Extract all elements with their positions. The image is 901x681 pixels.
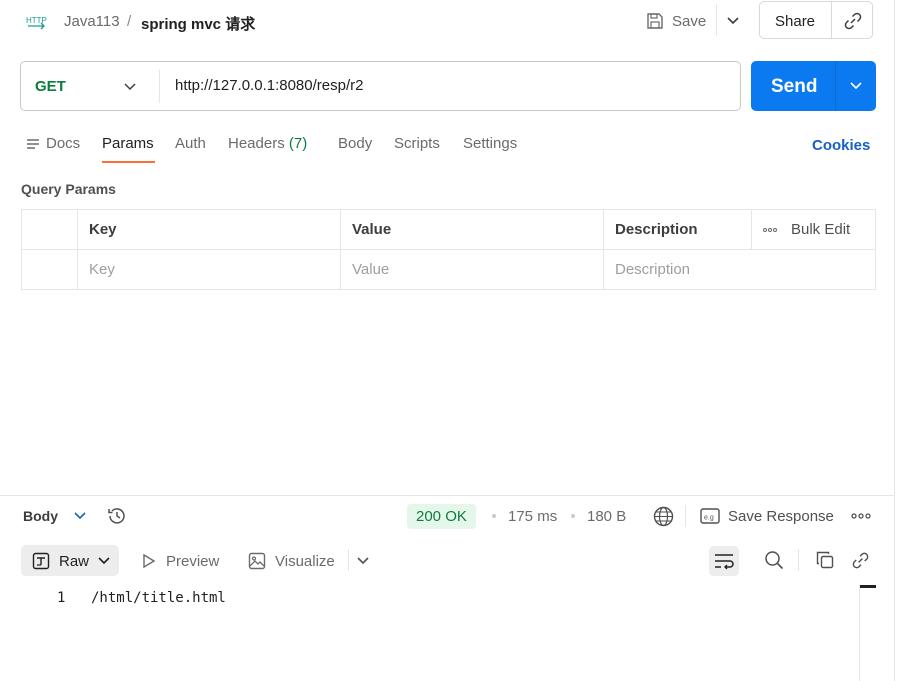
save-response-button[interactable]: Save Response (728, 508, 834, 525)
chevron-down-icon[interactable] (122, 78, 138, 94)
raw-icon (32, 552, 50, 570)
response-size[interactable]: 180 B (587, 508, 626, 525)
docs-icon (27, 139, 39, 149)
bulk-edit-cell: Bulk Edit (751, 209, 876, 250)
tab-body[interactable]: Body (338, 135, 372, 152)
table-header-row: Key Value Description Bulk Edit (21, 209, 876, 250)
active-tab-indicator (102, 161, 155, 163)
panel-divider (0, 495, 894, 496)
share-button[interactable]: Share (775, 13, 815, 30)
tab-docs[interactable]: Docs (46, 135, 80, 152)
scrollbar-thumb[interactable] (860, 585, 876, 588)
divider (716, 4, 717, 36)
more-icon[interactable] (763, 227, 777, 233)
http-icon: HTTP (26, 16, 47, 30)
scrollbar[interactable] (859, 585, 860, 681)
description-input[interactable]: Description (603, 249, 876, 290)
method-select[interactable]: GET (35, 78, 66, 95)
play-icon (143, 553, 156, 569)
visualize-button[interactable]: Visualize (275, 553, 335, 570)
tab-headers-label: Headers (228, 135, 285, 152)
tab-params[interactable]: Params (102, 135, 154, 152)
preview-button[interactable]: Preview (166, 553, 219, 570)
example-icon: e.g (700, 508, 720, 524)
separator-dot (571, 514, 575, 518)
tab-headers[interactable]: Headers (7) (228, 135, 307, 152)
save-icon (647, 13, 663, 29)
tab-auth[interactable]: Auth (175, 135, 206, 152)
divider (835, 61, 836, 111)
chevron-down-icon[interactable] (355, 554, 371, 568)
query-params-title: Query Params (21, 181, 116, 197)
chevron-down-icon[interactable] (72, 509, 88, 523)
divider (685, 505, 686, 527)
more-icon[interactable] (851, 512, 871, 520)
value-input[interactable]: Value (340, 249, 604, 290)
send-label: Send (771, 76, 818, 97)
headers-count: (7) (288, 135, 308, 152)
svg-text:e.g: e.g (704, 515, 714, 522)
separator-dot (492, 514, 496, 518)
tab-settings[interactable]: Settings (463, 135, 517, 152)
cookies-link[interactable]: Cookies (812, 137, 870, 154)
save-label: Save (672, 12, 707, 30)
link-icon[interactable] (843, 11, 863, 31)
save-button[interactable]: Save (646, 9, 706, 33)
checkbox-col (21, 209, 78, 250)
wrap-lines-button[interactable] (709, 546, 739, 576)
query-params-table: Key Value Description Bulk Edit Key Valu… (21, 209, 876, 290)
image-icon (248, 552, 266, 570)
column-header-description: Description (603, 209, 752, 250)
key-input[interactable]: Key (77, 249, 341, 290)
breadcrumb-parent[interactable]: Java113 (64, 13, 120, 30)
page-title[interactable]: spring mvc 请求 (141, 13, 255, 34)
link-icon[interactable] (851, 551, 870, 570)
checkbox-cell (21, 249, 78, 290)
table-row: Key Value Description (21, 249, 876, 290)
line-number: 1 (57, 590, 66, 606)
divider (798, 549, 799, 571)
divider (159, 69, 160, 103)
wrap-icon (715, 554, 734, 570)
search-icon[interactable] (764, 550, 784, 570)
response-body-label[interactable]: Body (23, 508, 58, 524)
chevron-down-icon[interactable] (725, 12, 741, 28)
history-icon[interactable] (107, 506, 127, 526)
column-header-value: Value (340, 209, 604, 250)
chevron-down-icon[interactable] (96, 554, 112, 568)
tab-scripts[interactable]: Scripts (394, 135, 440, 152)
response-body-text[interactable]: /html/title.html (91, 590, 226, 606)
url-input[interactable]: http://127.0.0.1:8080/resp/r2 (175, 77, 363, 94)
chevron-down-icon[interactable] (848, 79, 864, 93)
breadcrumb-separator: / (127, 13, 132, 30)
divider (831, 2, 832, 38)
bulk-edit-button[interactable]: Bulk Edit (791, 221, 850, 238)
status-badge[interactable]: 200 OK (407, 504, 476, 529)
divider (348, 549, 349, 571)
response-time[interactable]: 175 ms (508, 508, 557, 525)
globe-icon[interactable] (653, 506, 674, 527)
copy-icon[interactable] (816, 551, 834, 569)
raw-label: Raw (59, 553, 90, 570)
column-header-key: Key (77, 209, 341, 250)
panel-border (894, 0, 895, 681)
svg-text:HTTP: HTTP (26, 16, 47, 25)
